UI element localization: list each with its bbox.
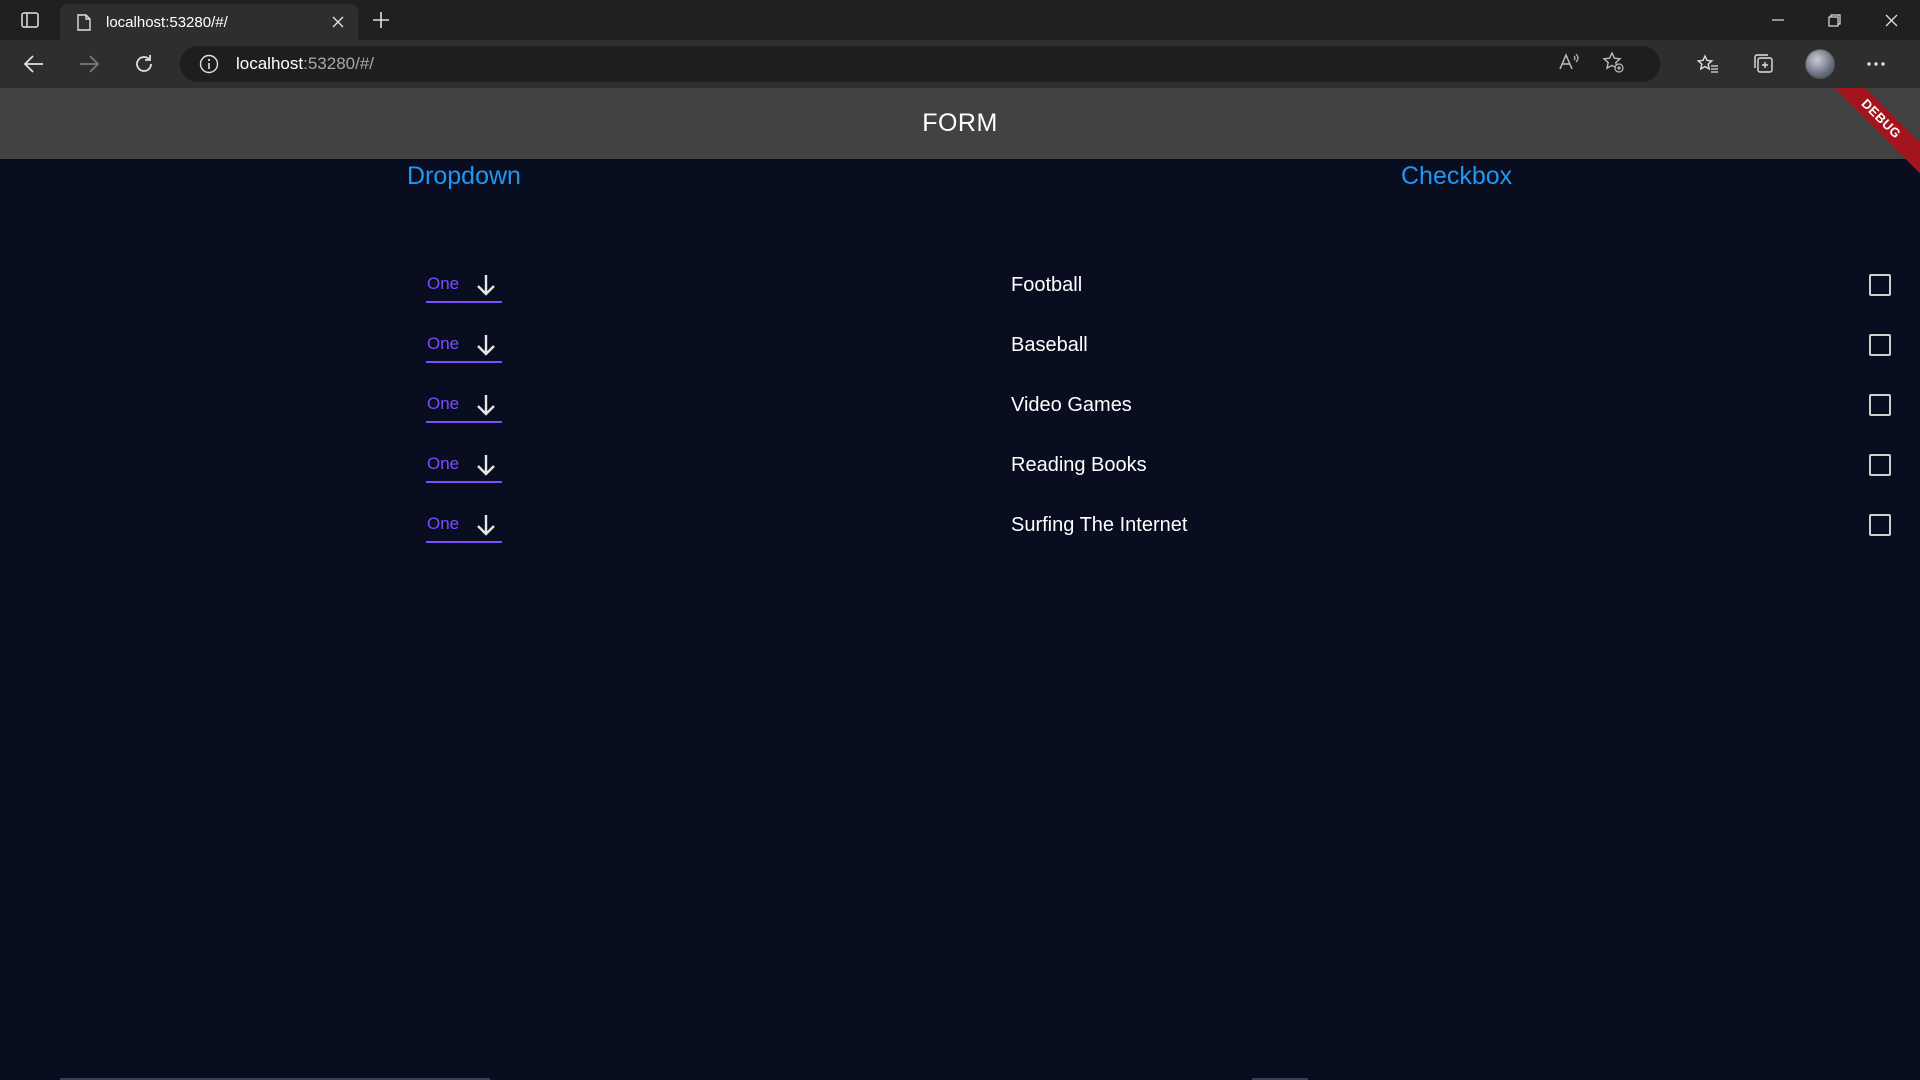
- page-icon: [74, 12, 94, 32]
- favorites-icon: [1697, 54, 1718, 73]
- checkbox-baseball[interactable]: [1869, 334, 1891, 356]
- tab-actions-button[interactable]: [14, 8, 46, 32]
- arrow-down-icon: [474, 333, 498, 357]
- dropdown-value: One: [427, 514, 460, 533]
- settings-menu-button[interactable]: [1858, 48, 1894, 80]
- dropdown-2[interactable]: One: [426, 327, 502, 363]
- checkbox-surfing-the-internet[interactable]: [1869, 514, 1891, 536]
- collections-icon: [1754, 54, 1773, 73]
- add-favorite-icon[interactable]: [1602, 50, 1624, 78]
- dropdown-1[interactable]: One: [426, 267, 502, 303]
- tab-close-icon[interactable]: [328, 12, 348, 32]
- app-viewport: FORM DEBUG Dropdown Checkbox One One One…: [0, 88, 1920, 1080]
- restore-icon: [1828, 13, 1841, 27]
- checkbox-label-reading-books: Reading Books: [1011, 454, 1147, 476]
- favorites-button[interactable]: [1690, 48, 1726, 80]
- checkbox-label-baseball: Baseball: [1011, 334, 1088, 356]
- debug-banner: DEBUG: [1820, 88, 1920, 180]
- arrow-down-icon: [474, 393, 498, 417]
- read-aloud-icon[interactable]: [1558, 52, 1580, 77]
- info-icon[interactable]: [198, 53, 220, 75]
- close-icon: [1885, 14, 1898, 26]
- arrow-down-icon: [474, 453, 498, 477]
- browser-tab-bar: localhost:53280/#/: [0, 0, 1920, 40]
- url-text: localhost:53280/#/: [236, 54, 374, 74]
- close-window-button[interactable]: [1863, 0, 1920, 40]
- arrow-down-icon: [474, 513, 498, 537]
- browser-toolbar: localhost:53280/#/: [0, 40, 1920, 88]
- page-title: FORM: [922, 109, 998, 137]
- dropdown-value: One: [427, 334, 460, 353]
- address-bar[interactable]: localhost:53280/#/: [180, 46, 1660, 82]
- more-icon: [1867, 62, 1885, 66]
- checkbox-video-games[interactable]: [1869, 394, 1891, 416]
- checkbox-heading: Checkbox: [1401, 162, 1513, 190]
- dropdown-value: One: [427, 394, 460, 413]
- app-bar: FORM DEBUG: [0, 88, 1920, 180]
- arrow-down-icon: [474, 273, 498, 297]
- restore-button[interactable]: [1806, 0, 1863, 40]
- dropdown-heading: Dropdown: [407, 162, 521, 190]
- checkbox-reading-books[interactable]: [1869, 454, 1891, 476]
- forward-button[interactable]: [71, 48, 107, 80]
- refresh-icon: [136, 55, 152, 72]
- checkbox-label-football: Football: [1011, 274, 1083, 296]
- minimize-icon: [1771, 19, 1784, 21]
- arrow-right-icon: [80, 55, 99, 73]
- tab-title: localhost:53280/#/: [106, 13, 228, 31]
- checkbox-label-surfing-the-internet: Surfing The Internet: [1011, 514, 1188, 536]
- back-button[interactable]: [16, 48, 52, 80]
- dropdown-3[interactable]: One: [426, 387, 502, 423]
- dropdown-5[interactable]: One: [426, 507, 502, 543]
- refresh-button[interactable]: [126, 48, 162, 80]
- arrow-left-icon: [24, 55, 43, 73]
- plus-icon: [373, 12, 389, 28]
- url-host: localhost: [236, 54, 304, 73]
- avatar: [1805, 49, 1835, 79]
- checkbox-football[interactable]: [1869, 274, 1891, 296]
- dropdown-value: One: [427, 274, 460, 293]
- dropdown-4[interactable]: One: [426, 447, 502, 483]
- new-tab-button[interactable]: [368, 8, 394, 32]
- collections-button[interactable]: [1746, 48, 1782, 80]
- profile-button[interactable]: [1802, 48, 1838, 80]
- minimize-button[interactable]: [1749, 0, 1806, 40]
- url-path: :53280/#/: [303, 54, 375, 73]
- tab-actions-icon: [21, 12, 39, 28]
- browser-tab[interactable]: localhost:53280/#/: [60, 4, 358, 40]
- checkbox-label-video-games: Video Games: [1011, 394, 1132, 416]
- dropdown-value: One: [427, 454, 460, 473]
